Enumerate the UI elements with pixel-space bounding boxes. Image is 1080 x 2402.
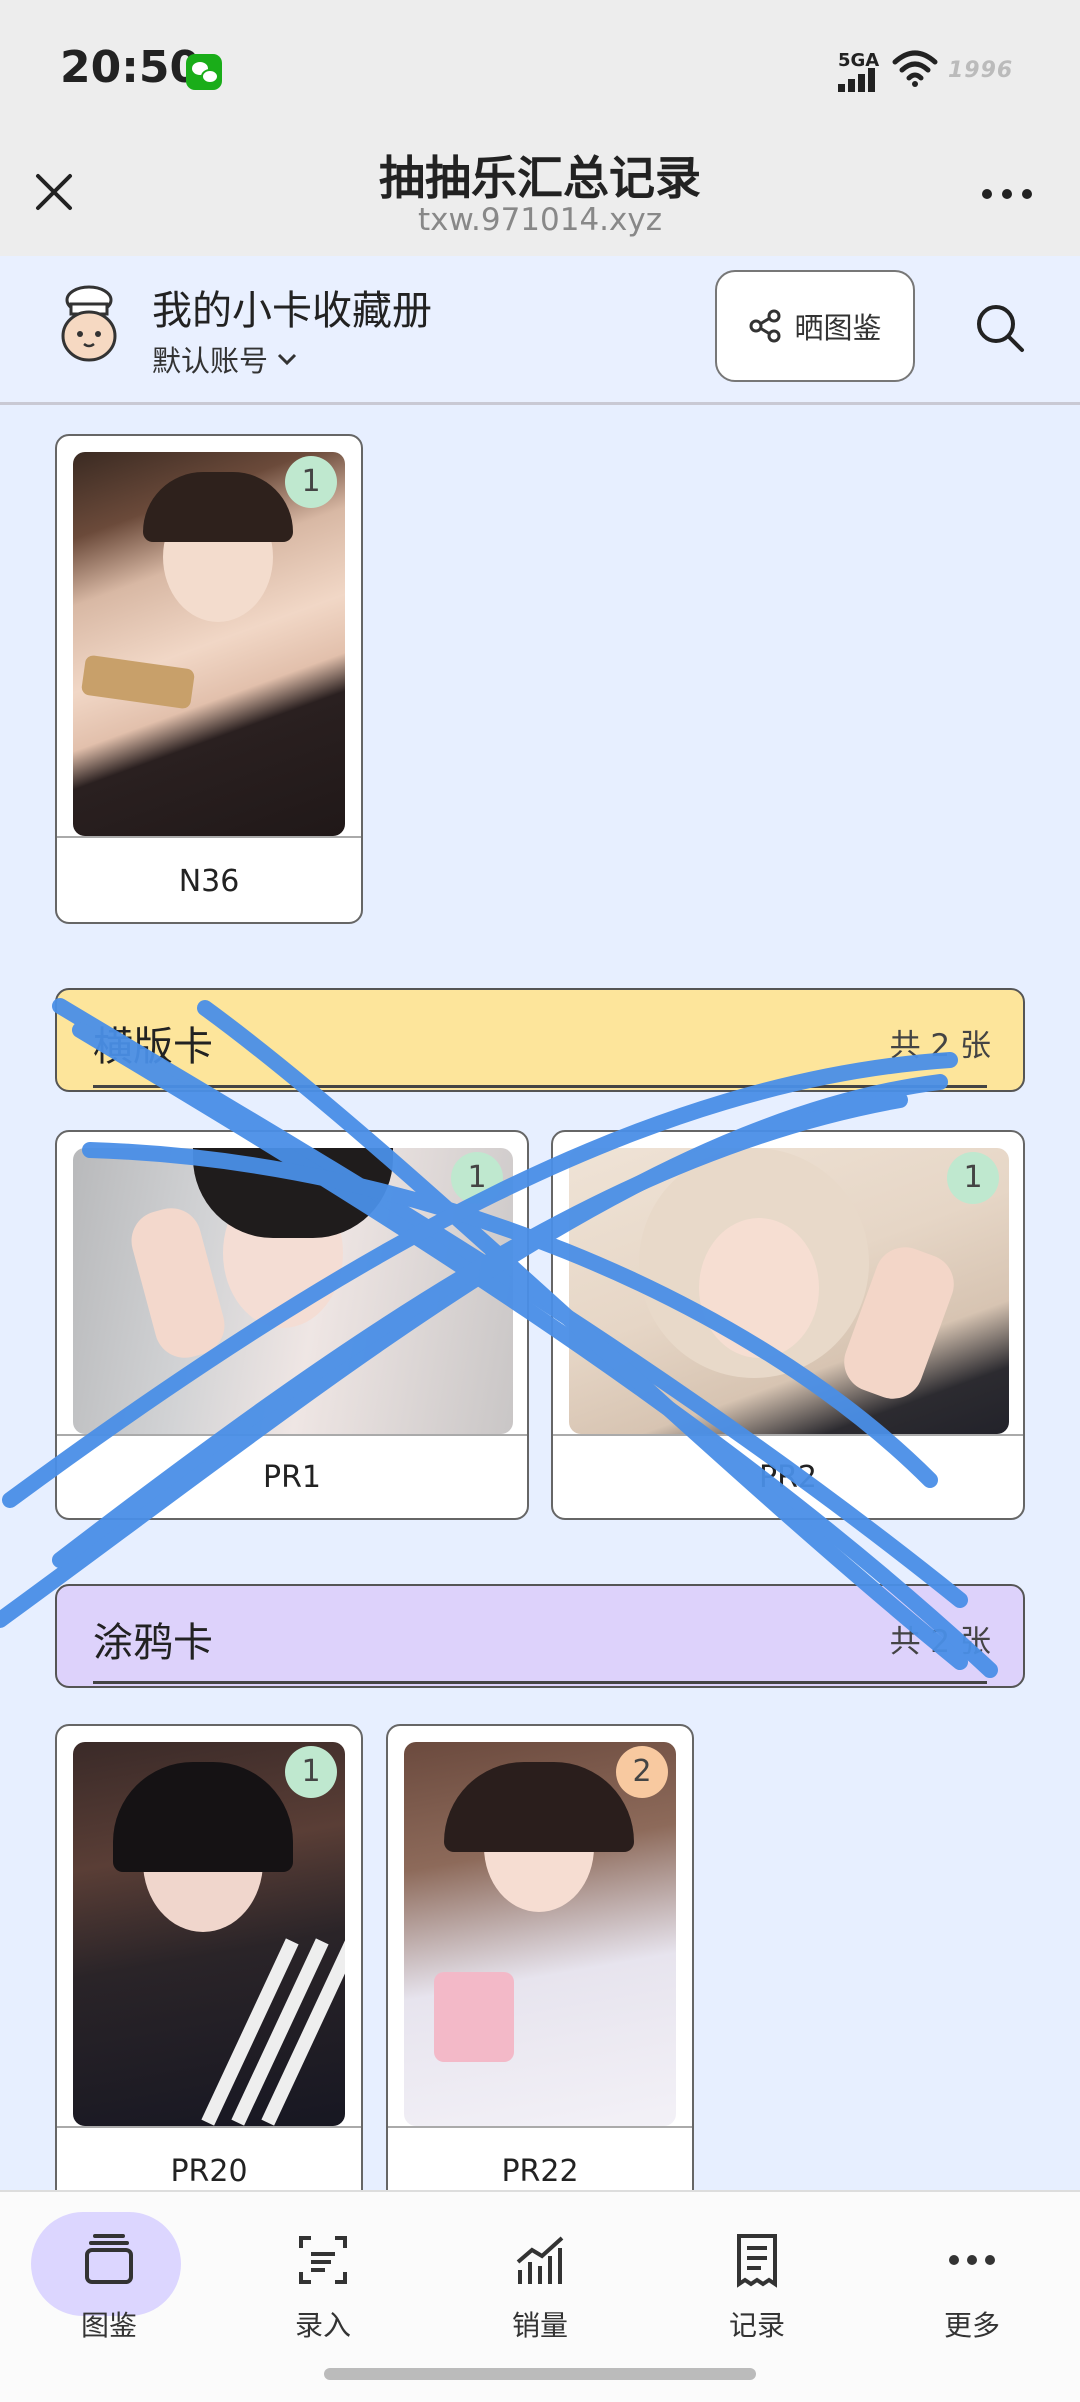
section-header-horizontal[interactable]: 横版卡 共 2 张 (55, 988, 1025, 1092)
scan-icon (299, 2236, 347, 2284)
chart-icon (516, 2236, 564, 2284)
account-label: 默认账号 (152, 344, 269, 378)
section-count: 共 2 张 (889, 1028, 991, 1064)
chevron-down-icon (277, 353, 297, 366)
card-label: N36 (178, 864, 240, 899)
card-divider (553, 1434, 1023, 1436)
card-label: PR20 (170, 2154, 248, 2189)
count-badge: 2 (616, 1746, 668, 1798)
count-badge: 1 (451, 1152, 503, 1204)
photocard-pr2[interactable]: 1 PR2 (551, 1130, 1025, 1520)
photocard-pr1[interactable]: 1 PR1 (55, 1130, 529, 1520)
card-divider (57, 2126, 361, 2128)
section-header-doodle[interactable]: 涂鸦卡 共 2 张 (55, 1584, 1025, 1688)
album-icon (85, 2234, 133, 2284)
battery-indicator: 1996 (948, 58, 1014, 83)
card-label: PR2 (758, 1460, 818, 1495)
share-icon (749, 309, 781, 343)
clock: 20:50 (60, 42, 201, 93)
home-indicator[interactable] (324, 2368, 756, 2380)
title-bar: 抽抽乐汇总记录 txw.971014.xyz (0, 140, 1080, 256)
tab-more[interactable]: 更多 (897, 2212, 1047, 2342)
tab-sales[interactable]: 销量 (465, 2212, 615, 2342)
tab-label: 更多 (943, 2309, 1000, 2342)
card-label: PR22 (501, 2154, 579, 2189)
photocard-pr20[interactable]: 1 PR20 (55, 1724, 363, 2224)
wifi-icon (892, 50, 938, 87)
tab-label: 销量 (511, 2309, 568, 2342)
card-photo (404, 1742, 676, 2126)
page-url: txw.971014.xyz (417, 202, 663, 238)
chef-avatar-icon (61, 285, 117, 362)
status-bar: 20:50 5GA 1996 (0, 0, 1080, 140)
section-count: 共 2 张 (889, 1624, 991, 1660)
section-name: 横版卡 (93, 1024, 213, 1070)
card-photo (73, 1148, 513, 1434)
page-title: 抽抽乐汇总记录 (379, 151, 701, 205)
section-name: 涂鸦卡 (93, 1620, 213, 1666)
card-divider (57, 1434, 527, 1436)
tab-label: 图鉴 (80, 2309, 137, 2342)
card-divider (388, 2126, 692, 2128)
signal-icon (838, 68, 882, 92)
tab-album[interactable]: 图鉴 (31, 2212, 184, 2342)
receipt-icon (737, 2234, 777, 2288)
more-icon (949, 2255, 995, 2265)
tab-label: 记录 (728, 2309, 785, 2342)
tab-entry[interactable]: 录入 (248, 2212, 398, 2342)
card-photo (73, 452, 345, 836)
section-underline (93, 1085, 987, 1088)
album-title: 我的小卡收藏册 (152, 288, 432, 334)
section-underline (93, 1681, 987, 1684)
count-badge: 1 (285, 456, 337, 508)
share-label: 晒图鉴 (794, 311, 882, 345)
tab-label: 录入 (294, 2309, 351, 2342)
tab-records[interactable]: 记录 (682, 2212, 832, 2342)
card-divider (57, 836, 361, 838)
count-badge: 1 (947, 1152, 999, 1204)
photocard-pr22[interactable]: 2 PR22 (386, 1724, 694, 2224)
more-options-icon[interactable] (980, 186, 1034, 202)
card-photo (569, 1148, 1009, 1434)
card-photo (73, 1742, 345, 2126)
count-badge: 1 (285, 1746, 337, 1798)
photocard-n36[interactable]: 1 N36 (55, 434, 363, 924)
card-label: PR1 (262, 1460, 322, 1495)
account-selector[interactable]: 默认账号 (152, 338, 298, 380)
wechat-icon (186, 54, 222, 90)
album-header: 我的小卡收藏册 默认账号 晒图鉴 (0, 256, 1080, 405)
share-album-button[interactable]: 晒图鉴 (715, 270, 915, 382)
search-icon[interactable] (974, 302, 1026, 354)
